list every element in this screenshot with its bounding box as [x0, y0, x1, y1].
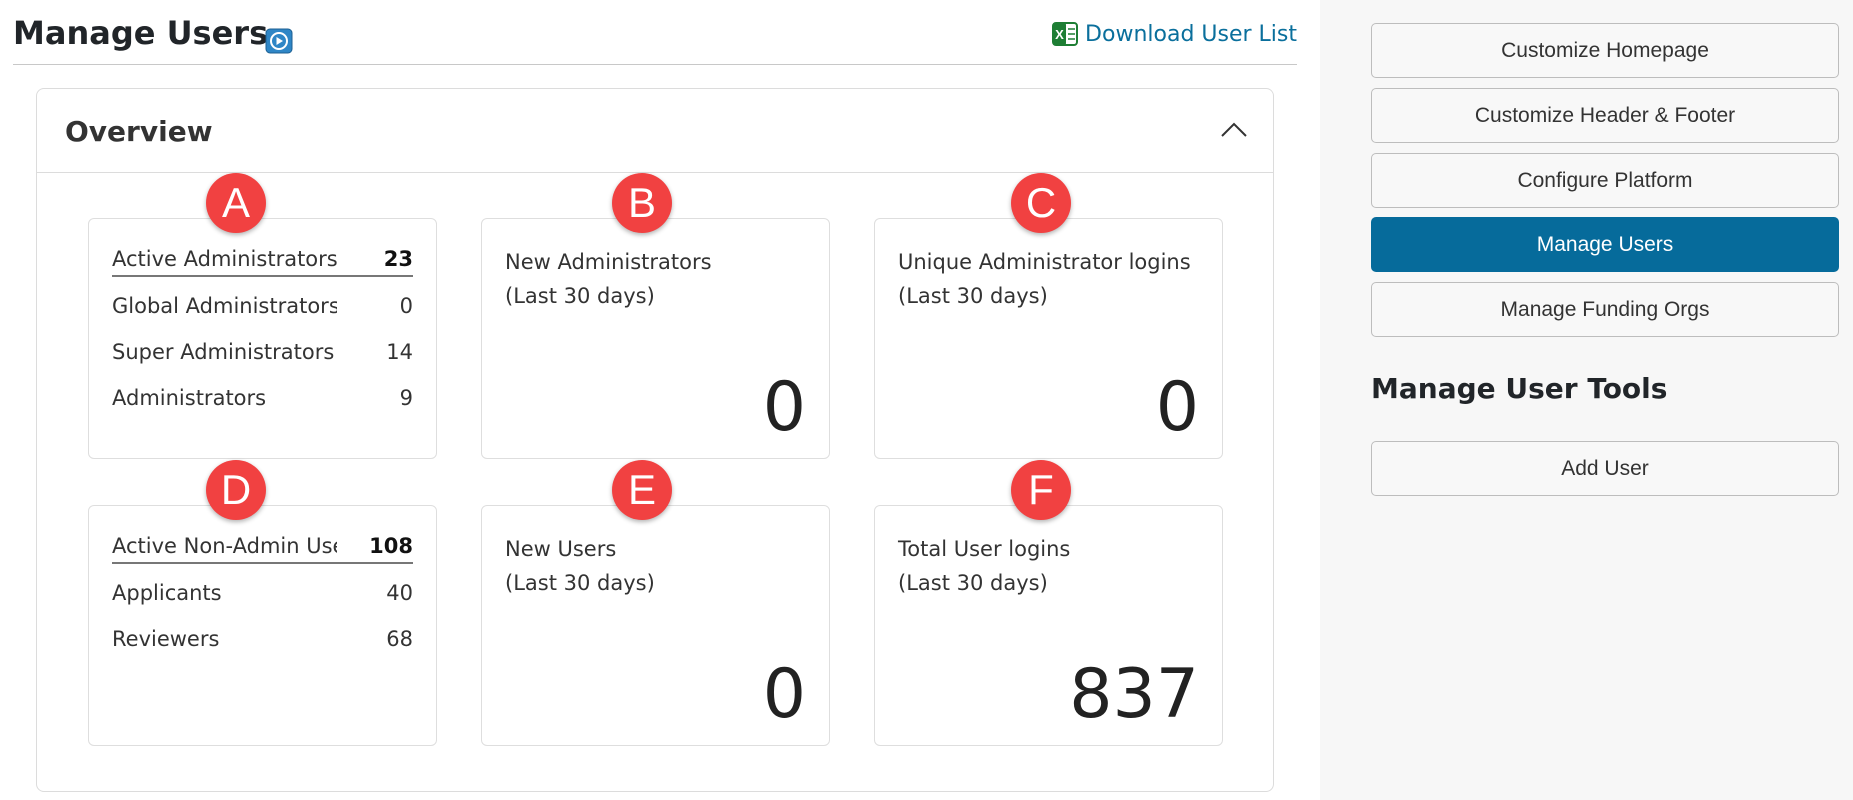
stat-value: 0 — [399, 294, 413, 318]
configure-platform-button[interactable]: Configure Platform — [1371, 153, 1839, 208]
card-value: 0 — [762, 655, 806, 734]
stat-row-super-administrators: Super Administrators 14 — [112, 340, 413, 364]
card-label: Unique Administrator logins (Last 30 day… — [898, 245, 1191, 313]
card-label-line1: New Users — [505, 537, 617, 561]
annotation-marker-a: A — [206, 173, 266, 233]
active-non-admin-users-card: Active Non-Admin Users 108 Applicants 40… — [88, 505, 437, 746]
stat-label: Applicants — [112, 581, 222, 605]
stat-value: 68 — [386, 627, 413, 651]
active-administrators-card: Active Administrators 23 Global Administ… — [88, 218, 437, 459]
stat-value: 14 — [386, 340, 413, 364]
annotation-marker-f: F — [1011, 460, 1071, 520]
customize-homepage-button[interactable]: Customize Homepage — [1371, 23, 1839, 78]
page-header: Manage Users X Download User List — [13, 0, 1297, 65]
stat-row-global-administrators: Global Administrators 0 — [112, 294, 413, 318]
manage-funding-orgs-button[interactable]: Manage Funding Orgs — [1371, 282, 1839, 337]
new-users-card: New Users (Last 30 days) 0 — [481, 505, 830, 746]
card-value: 0 — [1155, 368, 1199, 447]
card-label: Total User logins (Last 30 days) — [898, 532, 1070, 600]
annotation-marker-e: E — [612, 460, 672, 520]
card-label-line2: (Last 30 days) — [505, 571, 655, 595]
svg-text:X: X — [1055, 27, 1064, 42]
chevron-up-icon[interactable] — [1219, 117, 1249, 143]
card-label: New Administrators (Last 30 days) — [505, 245, 712, 313]
annotation-marker-b: B — [612, 173, 672, 233]
annotation-marker-c: C — [1011, 173, 1071, 233]
add-user-button[interactable]: Add User — [1371, 441, 1839, 496]
card-label-line1: Total User logins — [898, 537, 1071, 561]
stat-row-applicants: Applicants 40 — [112, 581, 413, 605]
card-label: New Users (Last 30 days) — [505, 532, 655, 600]
overview-panel: Overview Active Administrators 23 Global… — [36, 88, 1274, 792]
card-label-line2: (Last 30 days) — [898, 284, 1048, 308]
card-label-line2: (Last 30 days) — [505, 284, 655, 308]
manage-user-tools-title: Manage User Tools — [1371, 372, 1668, 405]
play-video-icon[interactable] — [265, 28, 293, 54]
stat-label: Active Non-Admin Users — [112, 534, 337, 558]
manage-users-button[interactable]: Manage Users — [1371, 217, 1839, 272]
stat-row-active-non-admin-users: Active Non-Admin Users 108 — [112, 534, 413, 564]
overview-title: Overview — [65, 115, 213, 148]
stat-row-administrators: Administrators 9 — [112, 386, 413, 410]
customize-header-footer-button[interactable]: Customize Header & Footer — [1371, 88, 1839, 143]
card-label-line2: (Last 30 days) — [898, 571, 1048, 595]
card-label-line1: New Administrators — [505, 250, 712, 274]
card-value: 0 — [762, 368, 806, 447]
excel-icon: X — [1051, 20, 1079, 48]
card-value: 837 — [1069, 655, 1199, 734]
overview-header[interactable]: Overview — [37, 89, 1273, 173]
stat-value: 9 — [399, 386, 413, 410]
total-user-logins-card: Total User logins (Last 30 days) 837 — [874, 505, 1223, 746]
stat-row-active-administrators: Active Administrators 23 — [112, 247, 413, 277]
sidebar: Customize Homepage Customize Header & Fo… — [1320, 0, 1853, 800]
page-title: Manage Users — [13, 14, 269, 52]
stat-value: 23 — [383, 247, 413, 271]
download-user-list-label: Download User List — [1085, 21, 1297, 47]
annotation-marker-d: D — [206, 460, 266, 520]
download-user-list-link[interactable]: X Download User List — [1051, 20, 1297, 48]
main-content: Manage Users X Download User List Overvi… — [0, 0, 1320, 800]
stat-label: Active Administrators — [112, 247, 337, 271]
unique-administrator-logins-card: Unique Administrator logins (Last 30 day… — [874, 218, 1223, 459]
card-label-line1: Unique Administrator logins — [898, 250, 1191, 274]
stat-row-reviewers: Reviewers 68 — [112, 627, 413, 651]
stat-value: 40 — [386, 581, 413, 605]
stat-label: Super Administrators — [112, 340, 335, 364]
new-administrators-card: New Administrators (Last 30 days) 0 — [481, 218, 830, 459]
stat-label: Administrators — [112, 386, 267, 410]
stat-value: 108 — [369, 534, 413, 558]
stat-label: Global Administrators — [112, 294, 337, 318]
stat-label: Reviewers — [112, 627, 220, 651]
